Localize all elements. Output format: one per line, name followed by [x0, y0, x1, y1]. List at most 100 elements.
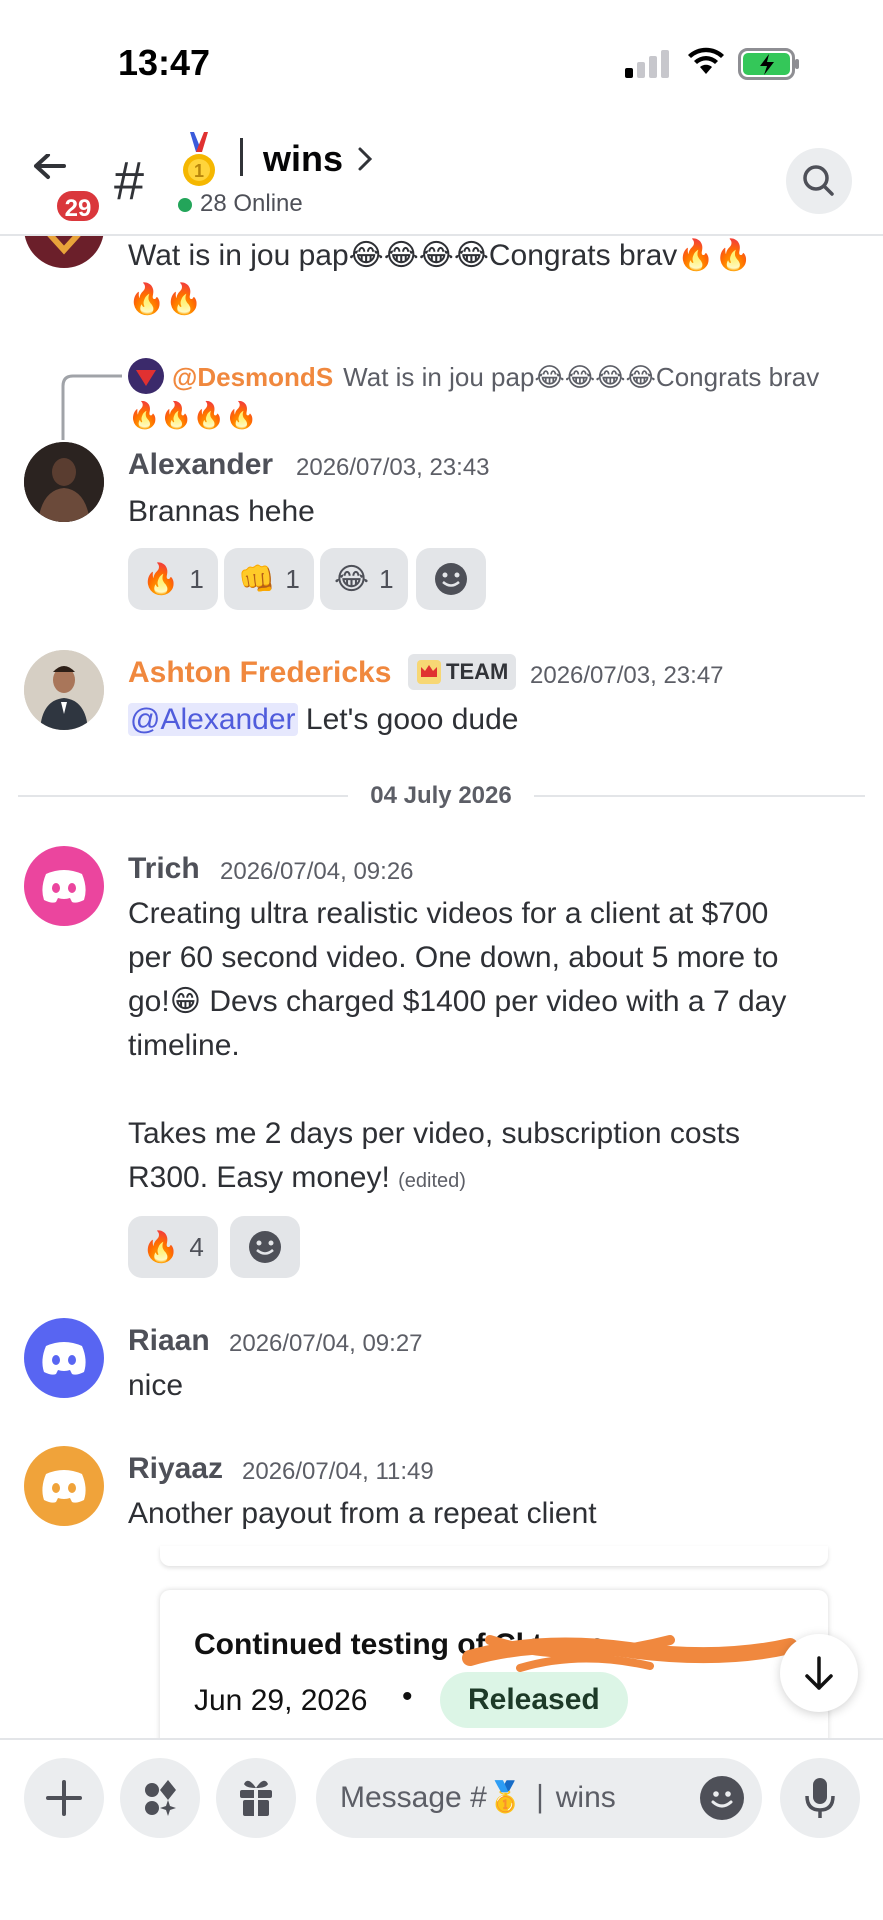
- reaction-emoji: 🔥: [142, 562, 180, 596]
- reaction-count: 1: [379, 563, 394, 594]
- author-name[interactable]: Riaan: [128, 1324, 210, 1358]
- role-tag-label: TEAM: [446, 659, 509, 684]
- voice-message-button[interactable]: [780, 1758, 860, 1838]
- reply-preview[interactable]: @DesmondS Wat is in jou pap😂😂😂😂Congrats b…: [172, 360, 872, 394]
- message-text-line: R300. Easy money! (edited): [128, 1156, 858, 1203]
- gold-medal-icon: 1: [183, 132, 215, 186]
- reaction-count: 1: [285, 563, 300, 594]
- avatar-riaan[interactable]: [24, 1318, 104, 1398]
- message-timestamp: 2026/07/04, 09:26: [220, 858, 414, 885]
- message-body: R300. Easy money!: [128, 1161, 390, 1194]
- apps-icon: [145, 1780, 176, 1816]
- channel-name[interactable]: wins: [263, 138, 343, 180]
- attachment-card-top: [160, 1546, 828, 1566]
- add-reaction-button[interactable]: [416, 548, 486, 610]
- reply-spine: [61, 374, 122, 440]
- svg-text:1: 1: [194, 161, 204, 181]
- add-attachment-button[interactable]: [24, 1758, 104, 1838]
- add-reaction-button[interactable]: [230, 1216, 300, 1278]
- message-timestamp: 2026/07/04, 11:49: [242, 1458, 434, 1485]
- message-timestamp: 2026/07/03, 23:47: [530, 662, 724, 689]
- channel-divider: [240, 138, 243, 176]
- attachment-card[interactable]: Continued testing of Cl t app. Jun 29, 2…: [160, 1590, 828, 1738]
- unread-badge: 29: [54, 188, 102, 224]
- apps-button[interactable]: [120, 1758, 200, 1838]
- avatar-alexander[interactable]: [24, 442, 104, 522]
- message-body: Let's gooo dude: [297, 703, 519, 736]
- message-text: Brannas hehe: [128, 495, 315, 528]
- redaction-scribble: [462, 1635, 798, 1672]
- smiley-icon: [249, 1231, 281, 1263]
- author-name[interactable]: Trich: [128, 852, 200, 886]
- smiley-icon: [435, 563, 467, 595]
- message-text: @Alexander Let's gooo dude: [128, 698, 858, 742]
- date-divider-label: 04 July 2026: [348, 782, 534, 810]
- message-list[interactable]: Wat is in jou pap😂😂😂😂Congrats brav🔥🔥 🔥🔥 …: [0, 236, 883, 1738]
- reaction-fist[interactable]: 👊 1: [224, 548, 314, 610]
- smiley-icon: [711, 1791, 733, 1808]
- discord-logo-icon: [42, 1342, 86, 1375]
- message-placeholder: Message #🥇 ∣ wins: [340, 1781, 616, 1814]
- arrow-down-icon: [805, 1656, 833, 1690]
- message-text-line: timeline.: [128, 1029, 240, 1062]
- team-role-tag: TEAM: [408, 654, 517, 690]
- avatar-trich[interactable]: [24, 846, 104, 926]
- wifi-icon: [688, 47, 724, 74]
- message-text: 🔥🔥: [128, 283, 203, 316]
- discord-logo-icon: [42, 1470, 86, 1503]
- reaction-emoji: 👊: [238, 562, 276, 596]
- avatar-desmond[interactable]: [24, 236, 104, 268]
- edited-label: (edited): [398, 1170, 466, 1192]
- status-time: 13:47: [118, 42, 211, 83]
- gift-icon: [240, 1780, 272, 1816]
- message-text: Wat is in jou pap😂😂😂😂Congrats brav🔥🔥: [128, 239, 753, 272]
- attachment-date: Jun 29, 2026: [194, 1684, 368, 1717]
- separator-dot: •: [402, 1680, 413, 1713]
- user-mention[interactable]: @Alexander: [128, 703, 298, 736]
- reaction-emoji: 🔥: [142, 1230, 180, 1264]
- microphone-icon: [805, 1778, 835, 1818]
- author-name[interactable]: Ashton Fredericks: [128, 656, 391, 690]
- reaction-fire[interactable]: 🔥 4: [128, 1216, 218, 1278]
- online-status-dot: [178, 198, 192, 212]
- reply-mention[interactable]: @DesmondS: [172, 362, 333, 392]
- chevron-right-icon[interactable]: [355, 146, 375, 172]
- discord-logo-icon: [42, 870, 86, 903]
- online-count: 28 Online: [200, 190, 303, 217]
- message-timestamp: 2026/07/03, 23:43: [296, 454, 490, 481]
- reaction-joy[interactable]: 😂 1: [320, 548, 408, 610]
- status-badge: Released: [440, 1672, 628, 1728]
- cellular-signal-icon: [625, 50, 671, 78]
- reaction-emoji: 😂: [334, 562, 370, 596]
- search-button[interactable]: [786, 148, 852, 214]
- text-channel-hash-icon: #: [114, 151, 145, 211]
- message-text-line: Creating ultra realistic videos for a cl…: [128, 897, 769, 930]
- avatar-ashton[interactable]: [24, 650, 104, 730]
- gift-button[interactable]: [216, 1758, 296, 1838]
- reply-text: Wat is in jou pap😂😂😂😂Congrats brav: [343, 362, 820, 392]
- message-composer: Message #🥇 ∣ wins: [0, 1738, 883, 1920]
- plus-icon: [46, 1780, 82, 1816]
- reply-text-cont: 🔥🔥🔥🔥: [128, 400, 258, 430]
- crown-icon: [417, 660, 441, 684]
- message-text-line: per 60 second video. One down, about 5 m…: [128, 941, 779, 974]
- reaction-fire[interactable]: 🔥 1: [128, 548, 218, 610]
- message-input[interactable]: Message #🥇 ∣ wins: [316, 1758, 762, 1838]
- reaction-count: 1: [189, 563, 204, 594]
- message-timestamp: 2026/07/04, 09:27: [229, 1330, 423, 1357]
- reply-avatar: [128, 358, 164, 394]
- battery-charging-icon: [738, 48, 799, 80]
- emoji-picker-button[interactable]: [700, 1776, 744, 1820]
- avatar-riyaaz[interactable]: [24, 1446, 104, 1526]
- author-name[interactable]: Riyaaz: [128, 1452, 223, 1486]
- reaction-count: 4: [189, 1231, 204, 1262]
- status-bar: 13:47: [0, 0, 883, 120]
- search-icon: [803, 165, 834, 196]
- jump-to-bottom-button[interactable]: [780, 1634, 858, 1712]
- author-name[interactable]: Alexander: [128, 448, 273, 482]
- message-text: nice: [128, 1369, 184, 1402]
- channel-header: 29 # 1 wins 28 Online: [0, 120, 883, 236]
- message-text-line: Takes me 2 days per video, subscription …: [128, 1117, 740, 1150]
- message-text-line: go!😁 Devs charged $1400 per video with a…: [128, 985, 787, 1018]
- message-text: Another payout from a repeat client: [128, 1497, 597, 1530]
